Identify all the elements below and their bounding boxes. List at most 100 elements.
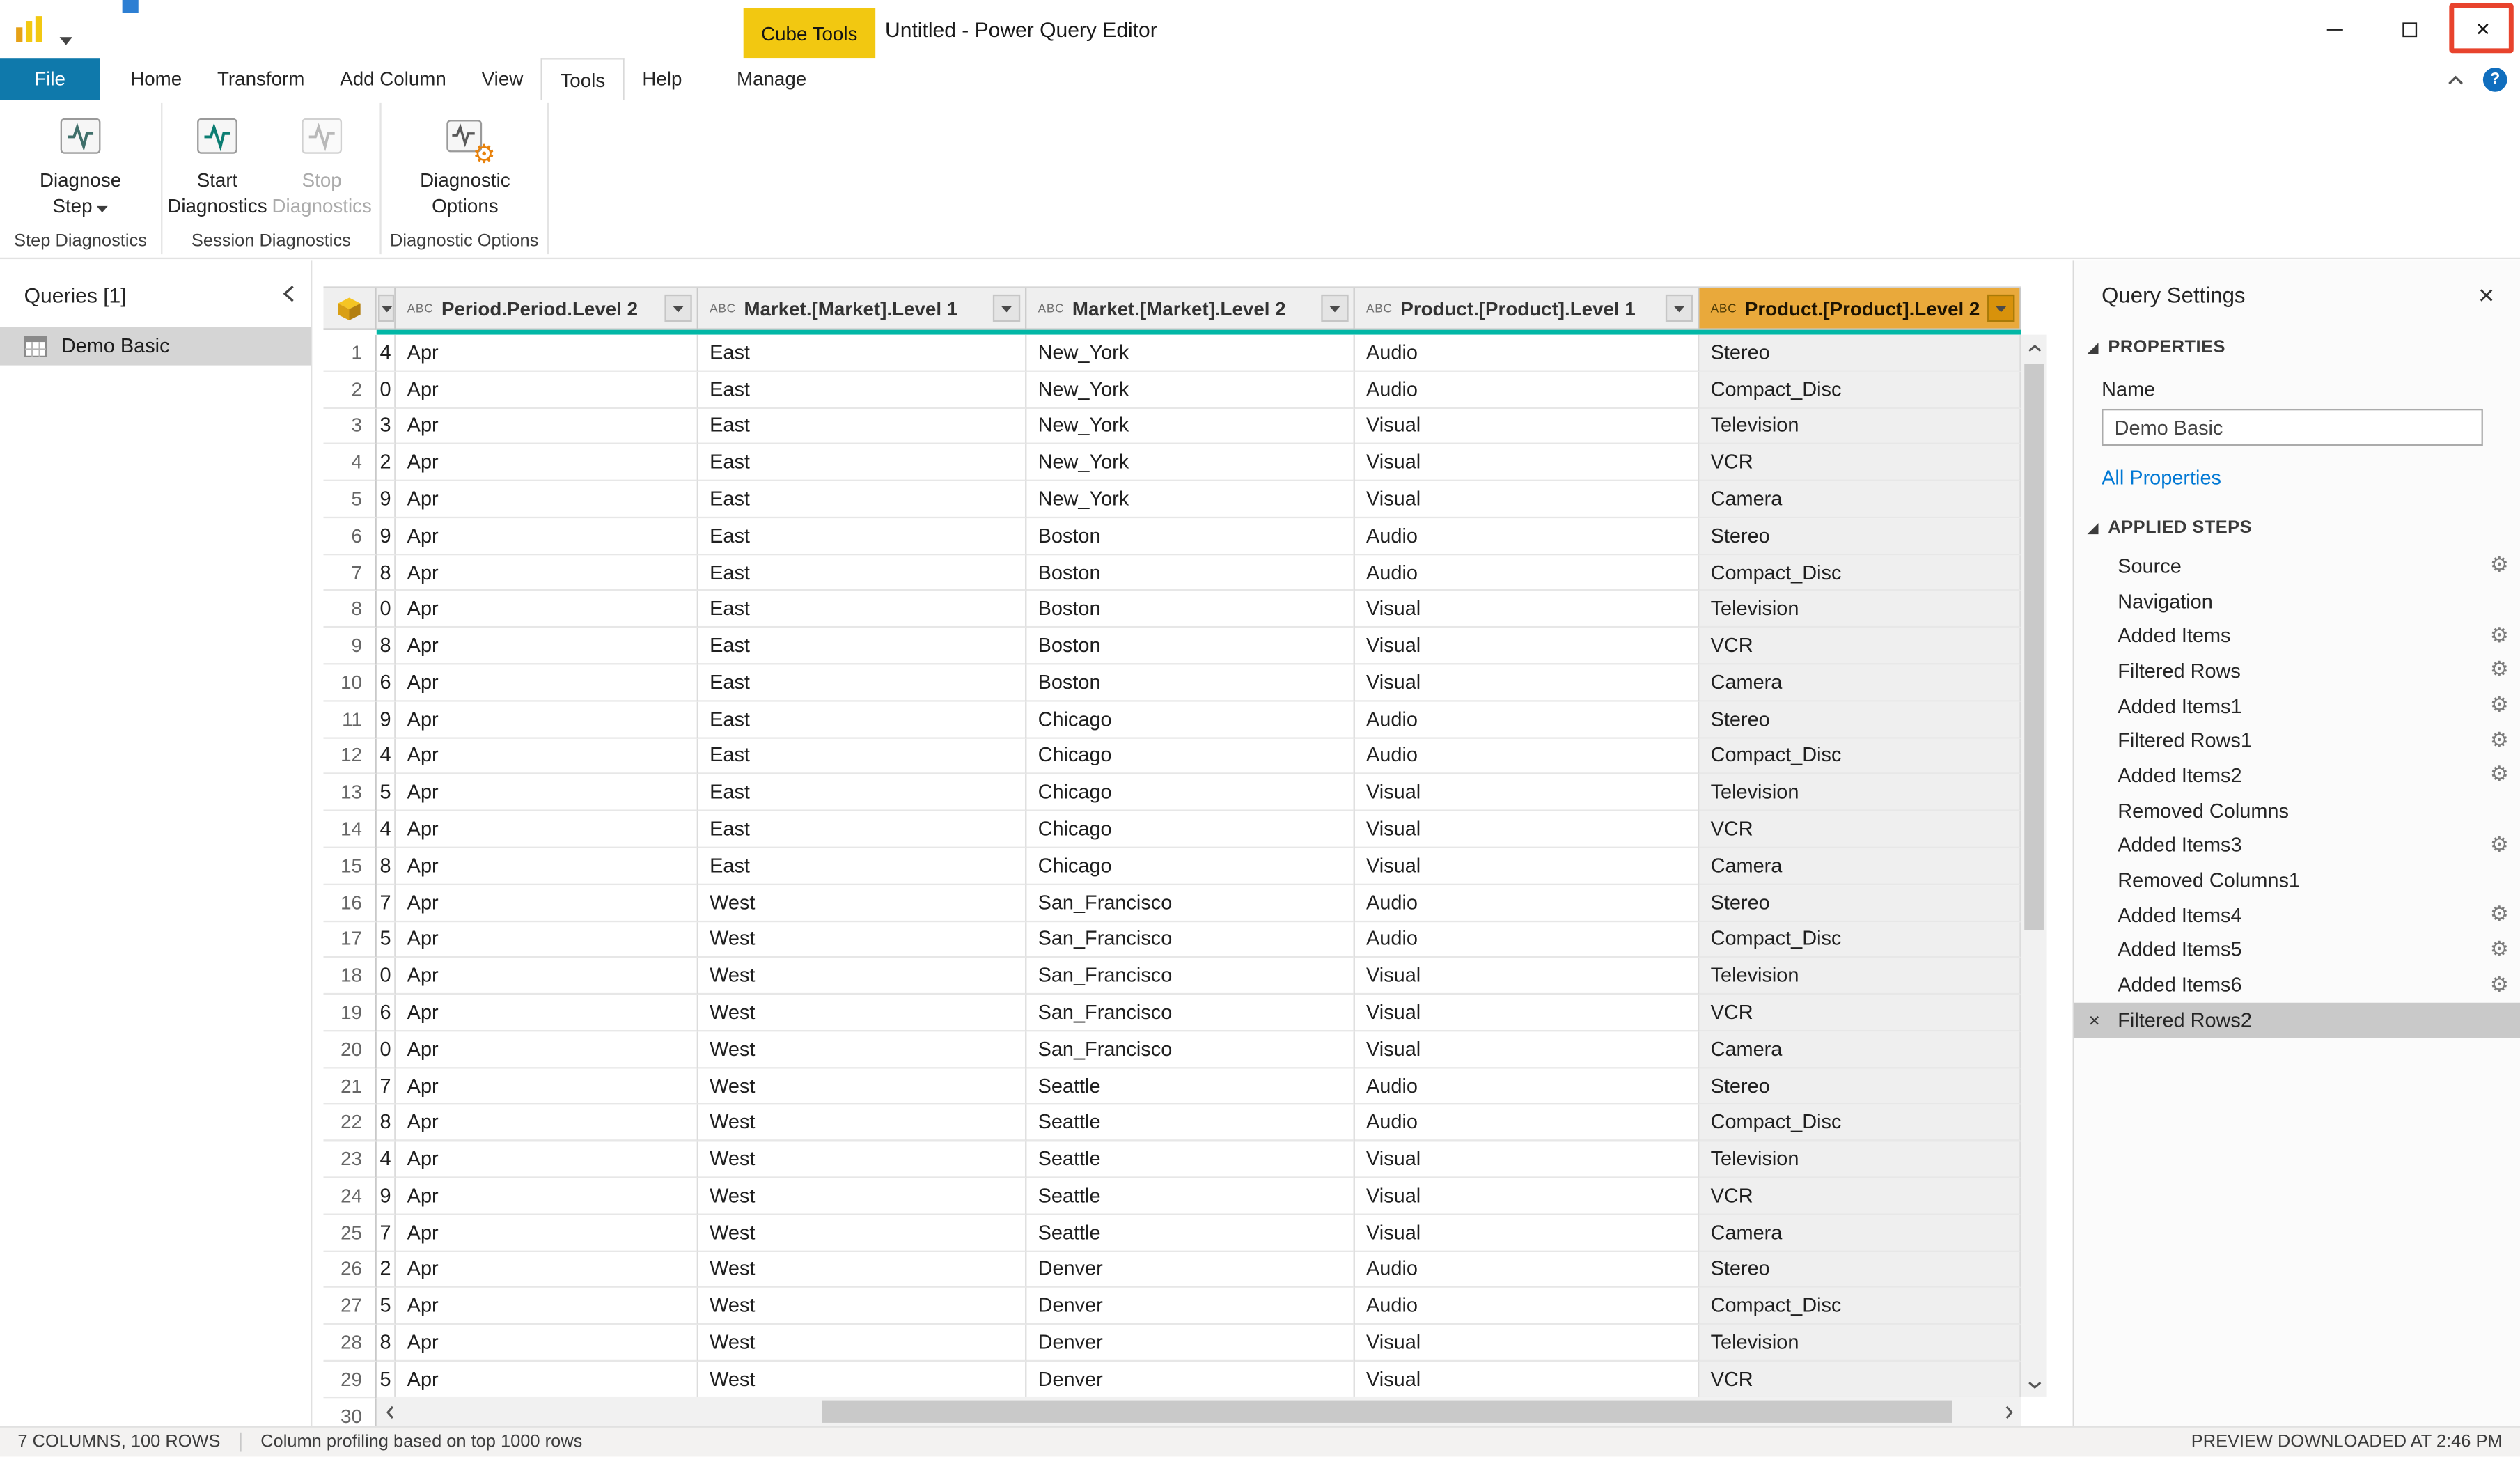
cell-product2[interactable]: Compact_Disc xyxy=(1699,1105,2021,1142)
cell-product2[interactable]: Camera xyxy=(1699,1031,2021,1068)
cell-market1[interactable]: West xyxy=(698,958,1026,995)
cell-period[interactable]: Apr xyxy=(396,1178,698,1215)
cell-period[interactable]: Apr xyxy=(396,1362,698,1398)
cell-partial[interactable]: 8 xyxy=(377,1105,396,1142)
cell-partial[interactable]: 7 xyxy=(377,1215,396,1252)
horizontal-scroll-thumb[interactable] xyxy=(822,1401,1952,1423)
cell-period[interactable]: Apr xyxy=(396,848,698,885)
cell-product1[interactable]: Visual xyxy=(1355,995,1700,1031)
cell-market2[interactable]: Boston xyxy=(1026,591,1354,628)
cell-period[interactable]: Apr xyxy=(396,995,698,1031)
collapse-ribbon-icon[interactable] xyxy=(2448,64,2464,93)
cell-product1[interactable]: Audio xyxy=(1355,1105,1700,1142)
row-number[interactable]: 18 xyxy=(324,958,377,995)
cell-market1[interactable]: West xyxy=(698,885,1026,921)
cell-product1[interactable]: Audio xyxy=(1355,1068,1700,1105)
cell-market1[interactable]: West xyxy=(698,1031,1026,1068)
cell-market2[interactable]: Seattle xyxy=(1026,1215,1354,1252)
cell-product1[interactable]: Visual xyxy=(1355,1362,1700,1398)
cell-period[interactable]: Apr xyxy=(396,1105,698,1142)
maximize-button[interactable] xyxy=(2372,0,2445,58)
row-number[interactable]: 20 xyxy=(324,1031,377,1068)
cell-partial[interactable]: 2 xyxy=(377,445,396,482)
cell-period[interactable]: Apr xyxy=(396,1252,698,1288)
cell-market1[interactable]: West xyxy=(698,1362,1026,1398)
cell-product2[interactable]: VCR xyxy=(1699,445,2021,482)
cell-market1[interactable]: West xyxy=(698,1068,1026,1105)
cell-period[interactable]: Apr xyxy=(396,701,698,738)
cell-market1[interactable]: West xyxy=(698,995,1026,1031)
step-settings-gear-icon[interactable]: ⚙ xyxy=(2490,758,2509,793)
file-tab[interactable]: File xyxy=(0,58,100,100)
diagnostic-options-button[interactable]: ⚙ Diagnostic Options xyxy=(394,111,535,217)
cell-product2[interactable]: Television xyxy=(1699,408,2021,445)
cell-product2[interactable]: Compact_Disc xyxy=(1699,738,2021,775)
cell-market2[interactable]: Denver xyxy=(1026,1288,1354,1325)
applied-step-filtered-rows[interactable]: Filtered Rows⚙ xyxy=(2074,653,2520,688)
start-diagnostics-button[interactable]: Start Diagnostics xyxy=(169,111,266,217)
cell-product1[interactable]: Visual xyxy=(1355,811,1700,848)
cell-market1[interactable]: West xyxy=(698,1325,1026,1362)
cell-period[interactable]: Apr xyxy=(396,555,698,592)
cell-partial[interactable]: 5 xyxy=(377,921,396,958)
query-item-demo-basic[interactable]: Demo Basic xyxy=(0,327,311,365)
ribbon-tab-view[interactable]: View xyxy=(464,58,540,100)
applied-step-source[interactable]: Source⚙ xyxy=(2074,549,2520,584)
step-settings-gear-icon[interactable]: ⚙ xyxy=(2490,653,2509,688)
step-settings-gear-icon[interactable]: ⚙ xyxy=(2490,689,2509,724)
row-number[interactable]: 28 xyxy=(324,1325,377,1362)
cell-market1[interactable]: East xyxy=(698,591,1026,628)
row-number[interactable]: 3 xyxy=(324,408,377,445)
filter-dropdown-icon[interactable] xyxy=(1666,295,1693,322)
cell-partial[interactable]: 7 xyxy=(377,1068,396,1105)
row-number[interactable]: 27 xyxy=(324,1288,377,1325)
cell-market2[interactable]: Chicago xyxy=(1026,738,1354,775)
column-header-product1[interactable]: ABCProduct.[Product].Level 1 xyxy=(1355,288,1700,330)
applied-step-added-items6[interactable]: Added Items6⚙ xyxy=(2074,967,2520,1002)
row-number[interactable]: 1 xyxy=(324,335,377,372)
cell-partial[interactable]: 9 xyxy=(377,518,396,555)
cell-period[interactable]: Apr xyxy=(396,481,698,518)
cell-partial[interactable]: 0 xyxy=(377,1031,396,1068)
cell-partial[interactable]: 6 xyxy=(377,665,396,702)
cell-market2[interactable]: Seattle xyxy=(1026,1178,1354,1215)
cell-product2[interactable]: Camera xyxy=(1699,1215,2021,1252)
cell-period[interactable]: Apr xyxy=(396,665,698,702)
cell-period[interactable]: Apr xyxy=(396,921,698,958)
delete-step-icon[interactable]: × xyxy=(2089,1003,2100,1038)
scroll-up-icon[interactable] xyxy=(2021,335,2047,361)
cell-product2[interactable]: Television xyxy=(1699,1325,2021,1362)
cell-market2[interactable]: Boston xyxy=(1026,518,1354,555)
filter-dropdown-icon[interactable] xyxy=(1987,295,2014,322)
applied-step-added-items1[interactable]: Added Items1⚙ xyxy=(2074,689,2520,724)
cell-product1[interactable]: Visual xyxy=(1355,1178,1700,1215)
minimize-button[interactable] xyxy=(2298,0,2372,58)
cell-product1[interactable]: Visual xyxy=(1355,665,1700,702)
cell-product2[interactable]: Stereo xyxy=(1699,335,2021,372)
cell-market2[interactable]: Boston xyxy=(1026,628,1354,665)
cell-market2[interactable]: New_York xyxy=(1026,335,1354,372)
cell-product1[interactable]: Audio xyxy=(1355,1252,1700,1288)
properties-section-header[interactable]: PROPERTIES xyxy=(2085,338,2520,357)
cell-market1[interactable]: West xyxy=(698,1215,1026,1252)
column-header-market1[interactable]: ABCMarket.[Market].Level 1 xyxy=(698,288,1026,330)
cell-market2[interactable]: Chicago xyxy=(1026,848,1354,885)
cell-market2[interactable]: New_York xyxy=(1026,481,1354,518)
cell-market1[interactable]: East xyxy=(698,738,1026,775)
cell-market1[interactable]: West xyxy=(698,1142,1026,1178)
row-number[interactable]: 13 xyxy=(324,774,377,811)
cell-product2[interactable]: Compact_Disc xyxy=(1699,371,2021,408)
cell-product1[interactable]: Visual xyxy=(1355,445,1700,482)
row-number[interactable]: 8 xyxy=(324,591,377,628)
cell-partial[interactable]: 4 xyxy=(377,811,396,848)
cell-market2[interactable]: Chicago xyxy=(1026,811,1354,848)
step-settings-gear-icon[interactable]: ⚙ xyxy=(2490,828,2509,863)
cell-market1[interactable]: East xyxy=(698,555,1026,592)
cell-partial[interactable]: 7 xyxy=(377,885,396,921)
ribbon-tab-help[interactable]: Help xyxy=(625,58,700,100)
ribbon-tab-manage[interactable]: Manage xyxy=(719,58,824,100)
cell-partial[interactable]: 3 xyxy=(377,408,396,445)
scroll-right-icon[interactable] xyxy=(1996,1397,2021,1426)
cell-period[interactable]: Apr xyxy=(396,885,698,921)
cell-partial[interactable]: 9 xyxy=(377,481,396,518)
